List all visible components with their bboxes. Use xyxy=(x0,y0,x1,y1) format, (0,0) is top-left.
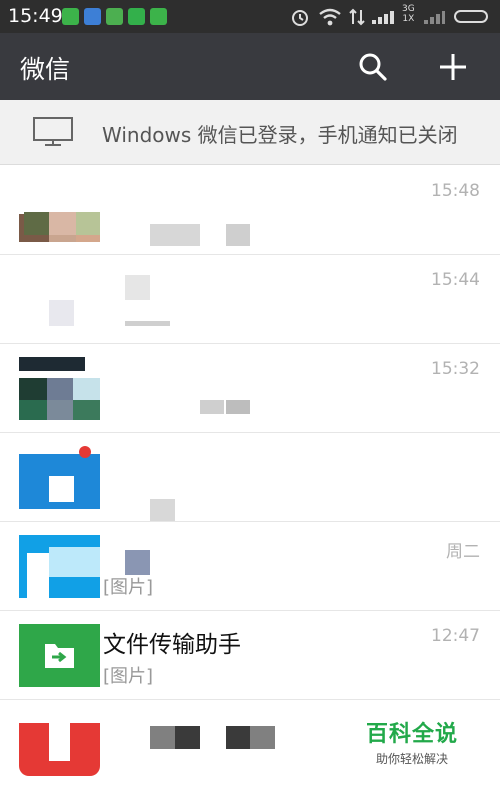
chat-item[interactable]: 15:32 xyxy=(0,344,500,433)
wifi-icon xyxy=(319,8,341,26)
signal-icon-2 xyxy=(424,11,445,24)
chat-preview: [图片] xyxy=(103,666,154,687)
android-notification-icon-2 xyxy=(150,8,167,25)
notice-text: Windows 微信已登录，手机通知已关闭 xyxy=(102,123,458,147)
avatar xyxy=(19,713,100,776)
watermark-title: 百科全说 xyxy=(366,722,459,747)
network-type: 3G 1X xyxy=(402,4,415,24)
chat-time: 12:47 xyxy=(431,626,480,646)
android-notification-icon xyxy=(62,8,79,25)
title-bar: 微信 xyxy=(0,33,500,100)
network-type-bottom: 1X xyxy=(402,14,415,24)
signal-icon xyxy=(372,11,394,24)
search-button[interactable] xyxy=(355,49,391,85)
chat-time: 15:48 xyxy=(431,181,480,201)
chat-item[interactable]: 15:44 xyxy=(0,255,500,344)
chat-time: 15:32 xyxy=(431,359,480,379)
watermark: 百科全说 助你轻松解决 xyxy=(366,716,458,767)
add-button[interactable] xyxy=(435,49,471,85)
avatar xyxy=(19,268,100,331)
avatar xyxy=(19,179,100,242)
status-time: 15:49 xyxy=(8,5,63,27)
avatar xyxy=(19,535,100,598)
chat-time: 周二 xyxy=(446,542,480,562)
avatar xyxy=(19,357,100,420)
chat-item[interactable] xyxy=(0,433,500,522)
download-icon xyxy=(106,8,123,25)
desktop-login-notice[interactable]: Windows 微信已登录，手机通知已关闭 xyxy=(0,100,500,165)
chat-time: 15:44 xyxy=(431,270,480,290)
network-type-top: 3G xyxy=(402,4,415,14)
chat-preview: [图片] xyxy=(103,577,154,598)
monitor-icon xyxy=(33,117,73,146)
avatar xyxy=(19,446,100,509)
folder-arrow-icon xyxy=(45,644,74,668)
alarm-icon xyxy=(292,10,308,26)
app-notification-icon xyxy=(84,8,101,25)
plus-icon xyxy=(440,54,466,80)
chat-item[interactable]: 15:48 xyxy=(0,166,500,255)
search-icon xyxy=(359,53,387,81)
wechat-notification-icon xyxy=(128,8,145,25)
status-bar: 15:49 3G 1X xyxy=(0,0,500,33)
avatar xyxy=(19,624,100,687)
battery-icon xyxy=(454,10,488,23)
data-transfer-icon xyxy=(349,8,365,26)
chat-item[interactable]: [图片] 周二 xyxy=(0,522,500,611)
chat-name: 文件传输助手 xyxy=(103,632,241,658)
chat-item-file-helper[interactable]: 文件传输助手 [图片] 12:47 xyxy=(0,611,500,700)
page-title: 微信 xyxy=(20,55,71,84)
watermark-subtitle: 助你轻松解决 xyxy=(376,752,449,766)
